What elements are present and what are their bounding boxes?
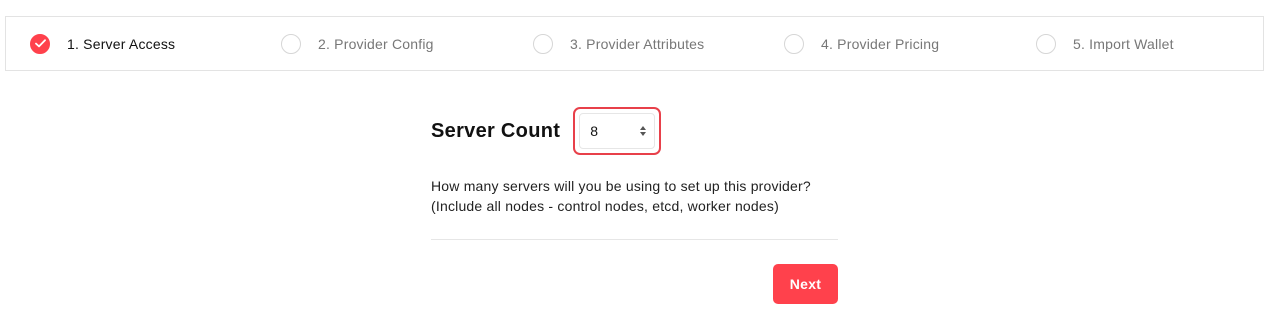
empty-circle-icon — [281, 33, 301, 54]
server-count-help: How many servers will you be using to se… — [431, 176, 838, 216]
decrement-arrow-icon[interactable] — [640, 132, 647, 136]
check-icon — [30, 33, 50, 54]
server-count-field[interactable] — [573, 107, 662, 155]
server-count-input[interactable] — [590, 123, 631, 139]
step-provider-pricing[interactable]: 4. Provider Pricing — [784, 17, 939, 70]
up-down-arrows-icon[interactable] — [640, 126, 647, 136]
next-button[interactable]: Next — [773, 264, 838, 304]
empty-circle-icon — [533, 33, 553, 54]
step-provider-config[interactable]: 2. Provider Config — [281, 17, 434, 70]
server-count-inner — [579, 113, 656, 149]
step-label: 5. Import Wallet — [1073, 35, 1174, 52]
divider — [431, 239, 838, 240]
increment-arrow-icon[interactable] — [640, 126, 647, 130]
form-actions: Next — [431, 264, 838, 304]
server-count-label: Server Count — [431, 119, 561, 142]
step-provider-attributes[interactable]: 3. Provider Attributes — [533, 17, 704, 70]
help-line-1: How many servers will you be using to se… — [431, 178, 811, 194]
server-access-form: Server Count How many servers will you b… — [431, 107, 838, 304]
help-line-2: (Include all nodes - control nodes, etcd… — [431, 198, 779, 214]
step-import-wallet[interactable]: 5. Import Wallet — [1036, 17, 1174, 70]
server-count-row: Server Count — [431, 107, 838, 155]
step-label: 2. Provider Config — [318, 35, 434, 52]
empty-circle-icon — [1036, 33, 1056, 54]
step-label: 1. Server Access — [67, 35, 176, 52]
step-label: 4. Provider Pricing — [821, 35, 940, 52]
stepper: 1. Server Access 2. Provider Config 3. P… — [5, 16, 1264, 71]
step-server-access[interactable]: 1. Server Access — [30, 17, 175, 70]
empty-circle-icon — [784, 33, 804, 54]
step-label: 3. Provider Attributes — [570, 35, 705, 52]
